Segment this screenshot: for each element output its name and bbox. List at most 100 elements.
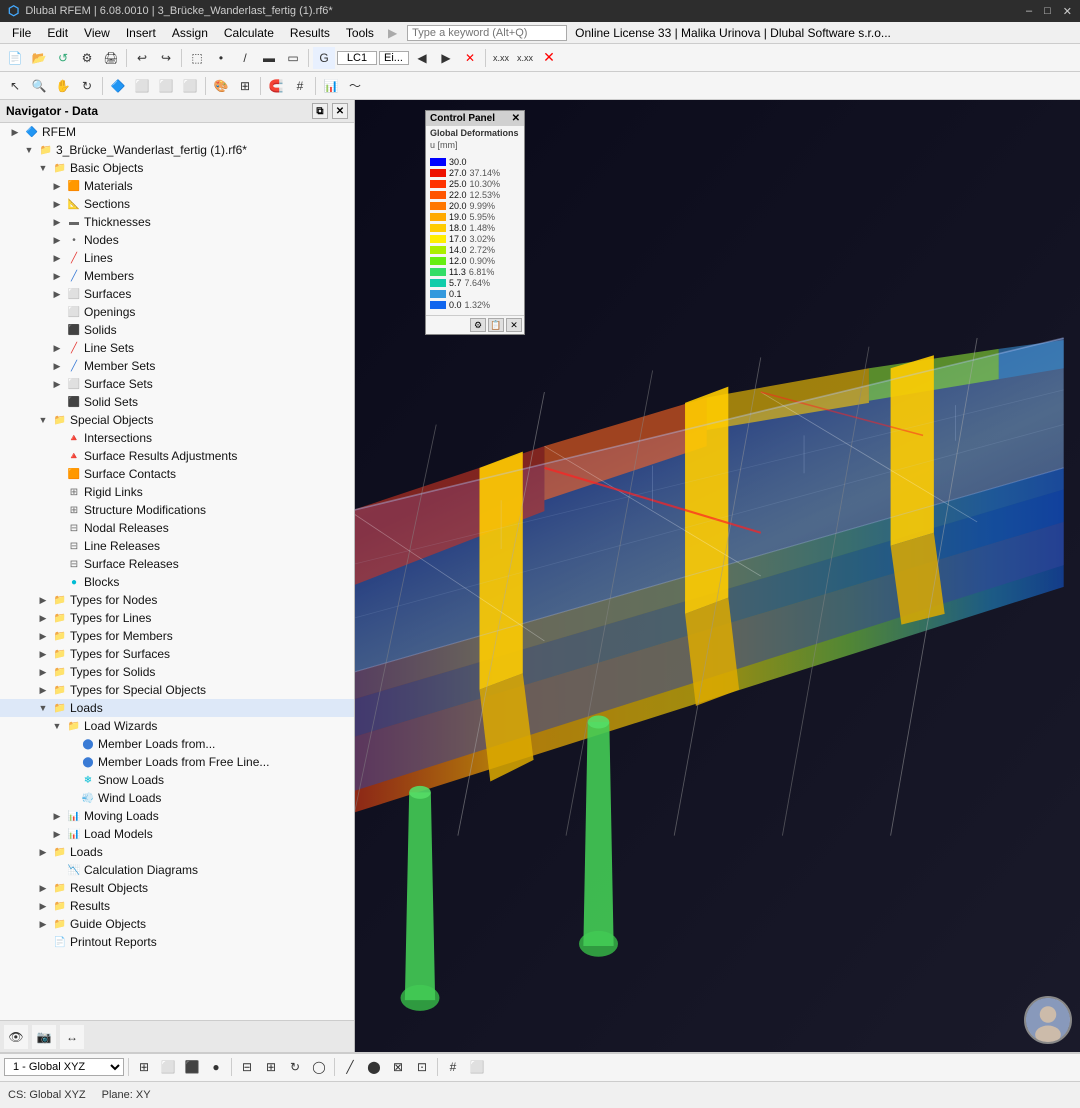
bt6[interactable]: ⊞	[260, 1056, 282, 1078]
tree-structure-mods[interactable]: ⊞ Structure Modifications	[0, 501, 354, 519]
tree-nodes[interactable]: ▶ • Nodes	[0, 231, 354, 249]
nav-header-controls[interactable]: ⧉ ✕	[312, 103, 348, 119]
nav-btn-2[interactable]: 📷	[32, 1025, 56, 1049]
nav-restore-btn[interactable]: ⧉	[312, 103, 328, 119]
render-btn[interactable]: 🎨	[210, 75, 232, 97]
snap-btn[interactable]: 🧲	[265, 75, 287, 97]
line-btn[interactable]: /	[234, 47, 256, 69]
tree-nodal-releases[interactable]: ⊟ Nodal Releases	[0, 519, 354, 537]
tree-solids[interactable]: ⬛ Solids	[0, 321, 354, 339]
menu-insert[interactable]: Insert	[118, 24, 164, 42]
viewyz-btn[interactable]: ⬜	[179, 75, 201, 97]
tree-guide-objects[interactable]: ▶ 📁 Guide Objects	[0, 915, 354, 933]
tree-wind-loads[interactable]: 💨 Wind Loads	[0, 789, 354, 807]
tree-types-surfaces[interactable]: ▶ 📁 Types for Surfaces	[0, 645, 354, 663]
menu-assign[interactable]: Assign	[164, 24, 216, 42]
tree-types-nodes[interactable]: ▶ 📁 Types for Nodes	[0, 591, 354, 609]
tree-calc-diagrams[interactable]: 📉 Calculation Diagrams	[0, 861, 354, 879]
tree-file[interactable]: ▼ 📁 3_Brücke_Wanderlast_fertig (1).rf6*	[0, 141, 354, 159]
control-panel-header[interactable]: Control Panel ✕	[426, 111, 524, 126]
bt5[interactable]: ⊟	[236, 1056, 258, 1078]
user-avatar[interactable]	[1024, 996, 1072, 1044]
xyz-btn[interactable]: x.xx	[490, 47, 512, 69]
viewxy-btn[interactable]: ⬜	[131, 75, 153, 97]
title-bar-controls[interactable]: – □ ✕	[1026, 5, 1072, 18]
cp-close-btn[interactable]: ✕	[506, 318, 522, 332]
tree-surface-sets[interactable]: ▶ ⬜ Surface Sets	[0, 375, 354, 393]
bt4[interactable]: ●	[205, 1056, 227, 1078]
tree-member-loads-from[interactable]: ⬤ Member Loads from...	[0, 735, 354, 753]
control-panel-close[interactable]: ✕	[512, 113, 520, 124]
tree-types-special[interactable]: ▶ 📁 Types for Special Objects	[0, 681, 354, 699]
tree-lines[interactable]: ▶ ╱ Lines	[0, 249, 354, 267]
close-button[interactable]: ✕	[1063, 5, 1072, 18]
tree-types-lines[interactable]: ▶ 📁 Types for Lines	[0, 609, 354, 627]
member-btn[interactable]: ▬	[258, 47, 280, 69]
zoom-btn[interactable]: 🔍	[28, 75, 50, 97]
bt8[interactable]: ◯	[308, 1056, 330, 1078]
surface-btn[interactable]: ▭	[282, 47, 304, 69]
menu-file[interactable]: File	[4, 24, 39, 42]
tree-loads-grp[interactable]: ▼ 📁 Loads	[0, 699, 354, 717]
tree-blocks[interactable]: ● Blocks	[0, 573, 354, 591]
tree-load-wizards[interactable]: ▼ 📁 Load Wizards	[0, 717, 354, 735]
close2-btn[interactable]: ✕	[538, 47, 560, 69]
cp-settings-btn[interactable]: ⚙	[470, 318, 486, 332]
tree-solid-sets[interactable]: ⬛ Solid Sets	[0, 393, 354, 411]
view3d-btn[interactable]: 🔷	[107, 75, 129, 97]
bt14[interactable]: ⬜	[466, 1056, 488, 1078]
tree-result-objects[interactable]: ▶ 📁 Result Objects	[0, 879, 354, 897]
menu-edit[interactable]: Edit	[39, 24, 76, 42]
bt1[interactable]: ⊞	[133, 1056, 155, 1078]
tree-moving-loads[interactable]: ▶ 📊 Moving Loads	[0, 807, 354, 825]
bt12[interactable]: ⊡	[411, 1056, 433, 1078]
bt11[interactable]: ⊠	[387, 1056, 409, 1078]
bt7[interactable]: ↻	[284, 1056, 306, 1078]
next-btn[interactable]: ▶	[435, 47, 457, 69]
tree-line-releases[interactable]: ⊟ Line Releases	[0, 537, 354, 555]
viewport[interactable]: Control Panel ✕ Global Deformations u [m…	[355, 100, 1080, 1052]
prev-btn[interactable]: ◀	[411, 47, 433, 69]
select-btn[interactable]: ⬚	[186, 47, 208, 69]
open-btn[interactable]: 📂	[28, 47, 50, 69]
wire-btn[interactable]: ⊞	[234, 75, 256, 97]
tree-thicknesses[interactable]: ▶ ▬ Thicknesses	[0, 213, 354, 231]
tree-types-members[interactable]: ▶ 📁 Types for Members	[0, 627, 354, 645]
maximize-button[interactable]: □	[1044, 5, 1051, 18]
nav-btn-1[interactable]: 👁	[4, 1025, 28, 1049]
menu-tools[interactable]: Tools	[338, 24, 382, 42]
redo-btn[interactable]: ↪	[155, 47, 177, 69]
tree-openings[interactable]: ⬜ Openings	[0, 303, 354, 321]
print-btn[interactable]: 🖨	[100, 47, 122, 69]
tree-surface-results-adj[interactable]: 🔺 Surface Results Adjustments	[0, 447, 354, 465]
tree-sections[interactable]: ▶ 📐 Sections	[0, 195, 354, 213]
deform-btn[interactable]: 〜	[344, 75, 366, 97]
tree-surface-contacts[interactable]: 🟧 Surface Contacts	[0, 465, 354, 483]
bt2[interactable]: ⬜	[157, 1056, 179, 1078]
undo-btn[interactable]: ↩	[131, 47, 153, 69]
tree-types-solids[interactable]: ▶ 📁 Types for Solids	[0, 663, 354, 681]
tree-member-loads-free[interactable]: ⬤ Member Loads from Free Line...	[0, 753, 354, 771]
tree-line-sets[interactable]: ▶ ╱ Line Sets	[0, 339, 354, 357]
xyz2-btn[interactable]: x.xx	[514, 47, 536, 69]
rotate-btn[interactable]: ↻	[76, 75, 98, 97]
bt13[interactable]: #	[442, 1056, 464, 1078]
load-disp-btn[interactable]: 📊	[320, 75, 342, 97]
tree-load-models[interactable]: ▶ 📊 Load Models	[0, 825, 354, 843]
node-btn[interactable]: •	[210, 47, 232, 69]
settings-btn[interactable]: ⚙	[76, 47, 98, 69]
minimize-button[interactable]: –	[1026, 5, 1032, 18]
bt10[interactable]: ⬤	[363, 1056, 385, 1078]
bt3[interactable]: ⬛	[181, 1056, 203, 1078]
tree-rigid-links[interactable]: ⊞ Rigid Links	[0, 483, 354, 501]
search-input[interactable]	[407, 25, 567, 41]
pan-btn[interactable]: ✋	[52, 75, 74, 97]
tree-surface-releases[interactable]: ⊟ Surface Releases	[0, 555, 354, 573]
tree-intersections[interactable]: 🔺 Intersections	[0, 429, 354, 447]
menu-results[interactable]: Results	[282, 24, 338, 42]
cursor-btn[interactable]: ↖	[4, 75, 26, 97]
tree-printout[interactable]: 📄 Printout Reports	[0, 933, 354, 951]
nav-close-btn[interactable]: ✕	[332, 103, 348, 119]
tree-loads[interactable]: ▶ 📁 Loads	[0, 843, 354, 861]
tree-members[interactable]: ▶ ╱ Members	[0, 267, 354, 285]
